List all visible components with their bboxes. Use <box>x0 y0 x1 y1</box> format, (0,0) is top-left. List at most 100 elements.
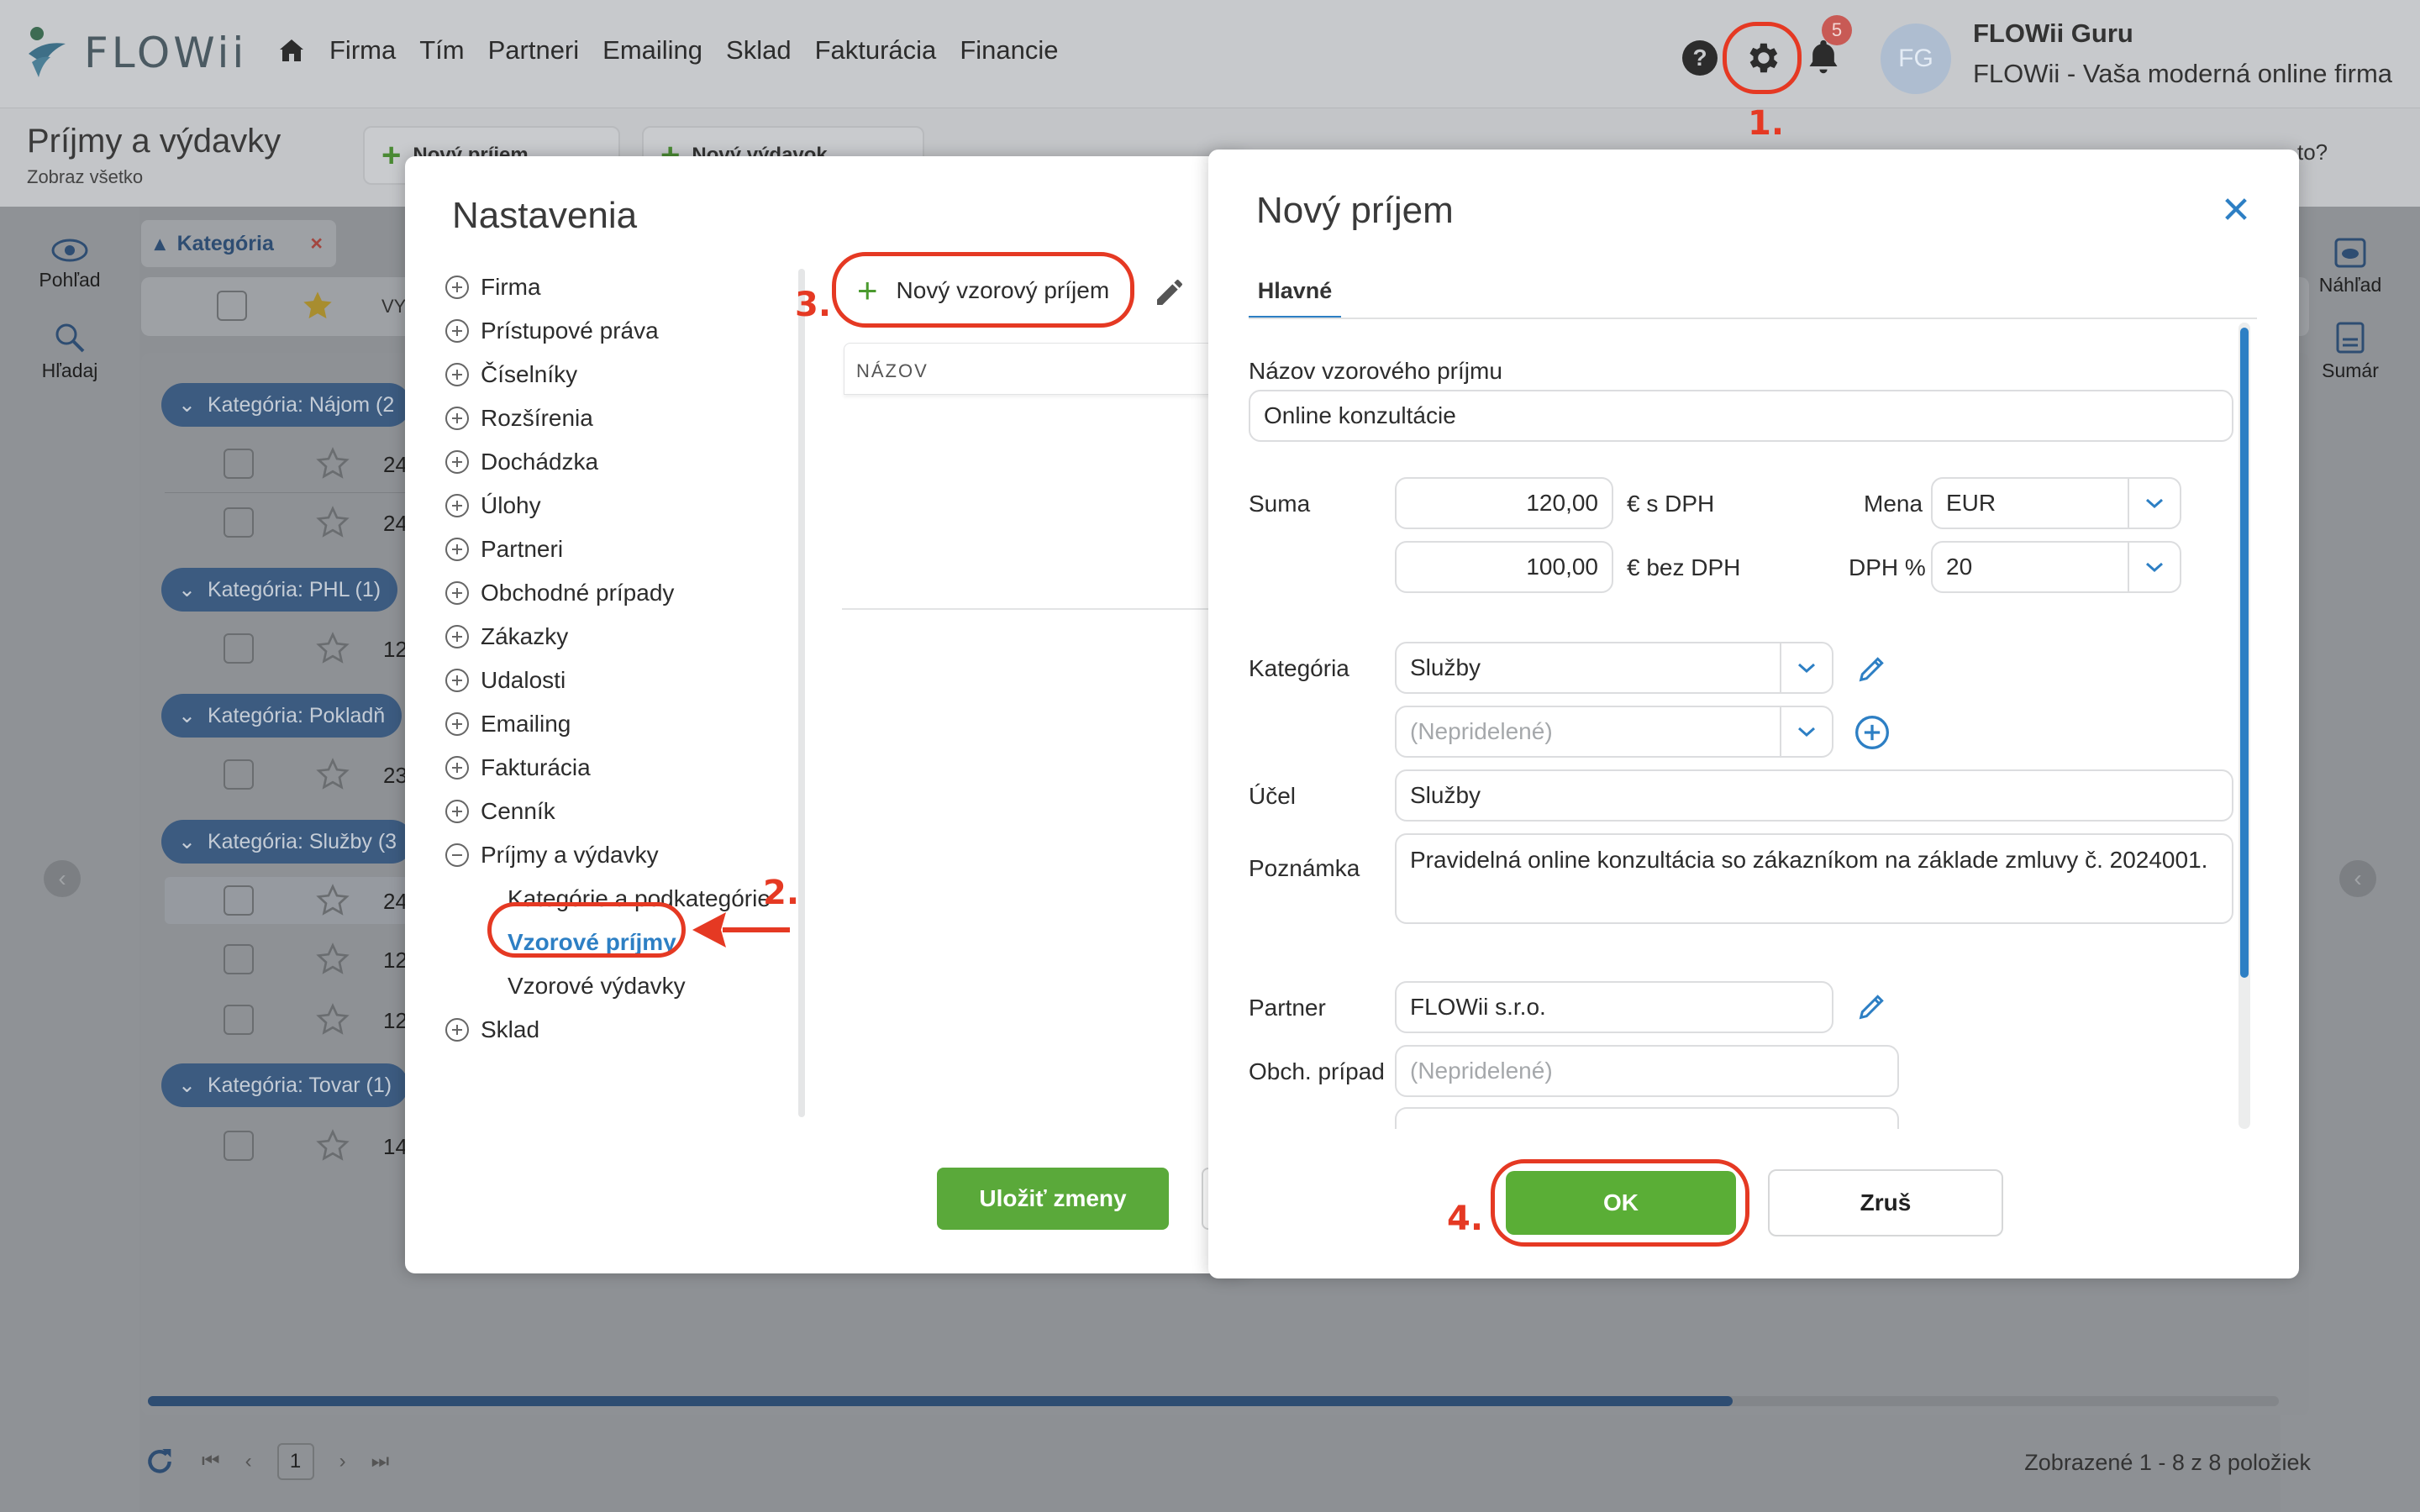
last-page-icon[interactable]: ⏭ <box>371 1450 390 1473</box>
star-outline-icon[interactable] <box>316 884 350 917</box>
tree-item-events[interactable]: Udalosti <box>445 659 771 702</box>
expand-icon[interactable] <box>445 625 469 648</box>
star-outline-icon[interactable] <box>316 447 350 480</box>
expand-icon[interactable] <box>445 712 469 736</box>
star-outline-icon[interactable] <box>316 1129 350 1163</box>
chevron-down-icon[interactable] <box>2128 543 2180 591</box>
expand-icon[interactable] <box>445 363 469 386</box>
row-checkbox[interactable] <box>224 1005 254 1035</box>
tree-item-invoicing[interactable]: Fakturácia <box>445 746 771 790</box>
nav-firma[interactable]: Firma <box>329 35 396 66</box>
scroll-left-arrow-icon[interactable]: ‹ <box>44 860 81 897</box>
row-checkbox[interactable] <box>224 449 254 479</box>
select-all-checkbox[interactable] <box>217 291 247 321</box>
row-checkbox[interactable] <box>224 759 254 790</box>
tree-item-income-expenses[interactable]: Príjmy a výdavky <box>445 833 771 877</box>
tree-item-extensions[interactable]: Rozšírenia <box>445 396 771 440</box>
category-select[interactable]: Služby <box>1395 642 1833 694</box>
row-checkbox[interactable] <box>224 944 254 974</box>
refresh-icon[interactable] <box>143 1445 176 1478</box>
next-page-icon[interactable]: › <box>339 1450 346 1473</box>
tree-subitem-expense-templates[interactable]: Vzorové výdavky <box>445 964 771 1008</box>
chevron-down-icon[interactable] <box>1780 643 1832 692</box>
first-page-icon[interactable]: ⏮ <box>202 1450 220 1473</box>
group-header[interactable]: ⌄ Kategória: PHL (1) <box>161 568 398 612</box>
brand-logo[interactable]: FLOWii <box>25 25 247 81</box>
tree-item-access[interactable]: Prístupové práva <box>445 309 771 353</box>
star-outline-icon[interactable] <box>316 758 350 791</box>
tree-item-tasks[interactable]: Úlohy <box>445 484 771 528</box>
subcategory-select[interactable]: (Nepridelené) <box>1395 706 1833 758</box>
star-outline-icon[interactable] <box>316 1003 350 1037</box>
pencil-icon[interactable] <box>1855 652 1889 685</box>
pencil-icon[interactable] <box>1855 990 1889 1023</box>
tree-item-pricelist[interactable]: Cenník <box>445 790 771 833</box>
sum-with-vat-input[interactable]: 120,00 <box>1395 477 1613 529</box>
nav-partneri[interactable]: Partneri <box>488 35 580 66</box>
expand-icon[interactable] <box>445 319 469 343</box>
horizontal-scrollbar-thumb[interactable] <box>148 1396 1733 1406</box>
star-outline-icon[interactable] <box>316 632 350 665</box>
nav-emailing[interactable]: Emailing <box>602 35 702 66</box>
page-subtitle[interactable]: Zobraz všetko <box>27 166 143 188</box>
tree-item-attendance[interactable]: Dochádzka <box>445 440 771 484</box>
row-checkbox[interactable] <box>224 633 254 664</box>
chevron-down-icon[interactable] <box>1780 707 1832 756</box>
avatar[interactable]: FG <box>1881 24 1951 94</box>
tree-item-partners[interactable]: Partneri <box>445 528 771 571</box>
expand-icon[interactable] <box>445 450 469 474</box>
group-header[interactable]: ⌄ Kategória: Nájom (2 <box>161 383 412 427</box>
tab-main[interactable]: Hlavné <box>1249 265 1341 319</box>
template-name-input[interactable]: Online konzultácie <box>1249 390 2233 442</box>
collapse-icon[interactable] <box>445 843 469 867</box>
expand-icon[interactable] <box>445 669 469 692</box>
help-icon[interactable]: ? <box>1682 40 1718 76</box>
sum-without-vat-input[interactable]: 100,00 <box>1395 541 1613 593</box>
sidebar-item-view[interactable]: Pohľad <box>0 237 139 291</box>
tree-item-codebooks[interactable]: Číselníky <box>445 353 771 396</box>
expand-icon[interactable] <box>445 494 469 517</box>
business-case-select[interactable]: (Nepridelené) <box>1395 1045 1899 1097</box>
settings-tree-scrollbar[interactable] <box>798 269 805 1117</box>
chevron-down-icon[interactable] <box>2128 479 2180 528</box>
group-header[interactable]: ⌄ Kategória: Pokladň <box>161 694 402 738</box>
expand-icon[interactable] <box>445 756 469 780</box>
prev-page-icon[interactable]: ‹ <box>245 1450 252 1473</box>
pencil-icon[interactable] <box>1153 276 1186 309</box>
currency-select[interactable]: EUR <box>1931 477 2181 529</box>
tree-item-emailing[interactable]: Emailing <box>445 702 771 746</box>
expand-icon[interactable] <box>445 276 469 299</box>
cancel-button[interactable]: Zruš <box>1768 1169 2003 1236</box>
row-checkbox[interactable] <box>224 885 254 916</box>
group-header[interactable]: ⌄ Kategória: Služby (3 <box>161 820 414 864</box>
scroll-right-arrow-icon[interactable]: ‹ <box>2339 860 2376 897</box>
dialog-scrollbar-thumb[interactable] <box>2240 328 2249 978</box>
help-hint[interactable]: to? <box>2297 139 2328 165</box>
star-outline-icon[interactable] <box>316 506 350 539</box>
tree-item-firma[interactable]: Firma <box>445 265 771 309</box>
remove-filter-icon[interactable]: × <box>310 232 323 256</box>
nav-sklad[interactable]: Sklad <box>726 35 792 66</box>
expand-icon[interactable] <box>445 407 469 430</box>
star-filled-icon[interactable] <box>301 289 334 323</box>
expand-icon[interactable] <box>445 538 469 561</box>
nav-fakturacia[interactable]: Fakturácia <box>815 35 937 66</box>
purpose-input[interactable]: Služby <box>1395 769 2233 822</box>
sidebar-item-search[interactable]: Hľadaj <box>0 321 139 382</box>
expand-icon[interactable] <box>445 800 469 823</box>
vat-select[interactable]: 20 <box>1931 541 2181 593</box>
group-header[interactable]: ⌄ Kategória: Tovar (1) <box>161 1063 409 1107</box>
add-circle-icon[interactable] <box>1854 714 1891 751</box>
selected-row[interactable] <box>165 877 408 924</box>
close-icon[interactable] <box>2222 195 2250 223</box>
expand-icon[interactable] <box>445 581 469 605</box>
filter-chip[interactable]: ▴ Kategória × <box>141 220 336 267</box>
note-textarea[interactable]: Pravidelná online konzultácia so zákazní… <box>1395 833 2233 924</box>
home-icon[interactable] <box>277 36 306 65</box>
tree-item-warehouse[interactable]: Sklad <box>445 1008 771 1052</box>
nav-tim[interactable]: Tím <box>419 35 464 66</box>
current-page[interactable]: 1 <box>276 1443 314 1480</box>
next-field-partial[interactable] <box>1395 1107 1899 1131</box>
row-checkbox[interactable] <box>224 1131 254 1161</box>
save-changes-button[interactable]: Uložiť zmeny <box>937 1168 1169 1230</box>
